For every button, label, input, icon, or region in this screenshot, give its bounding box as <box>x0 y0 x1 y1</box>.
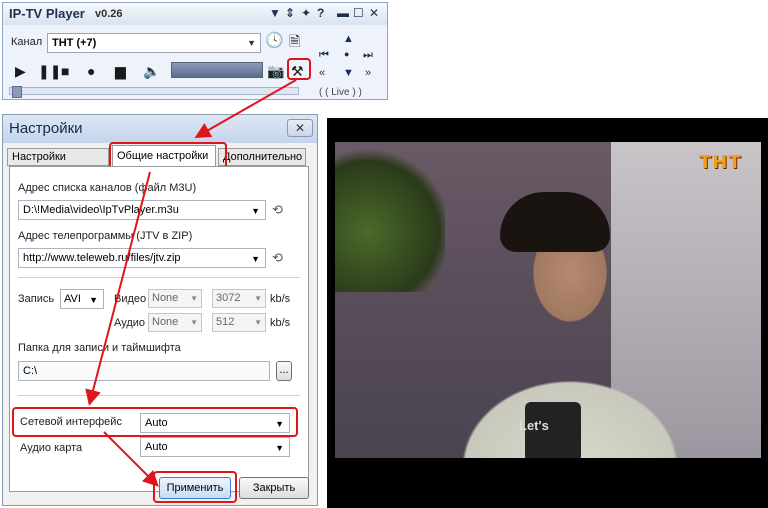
arrow-to-apply-button <box>103 431 159 487</box>
arrow-to-network-interface <box>85 171 151 406</box>
arrow-to-general-tab <box>194 79 297 138</box>
annotation-arrows <box>85 79 297 487</box>
